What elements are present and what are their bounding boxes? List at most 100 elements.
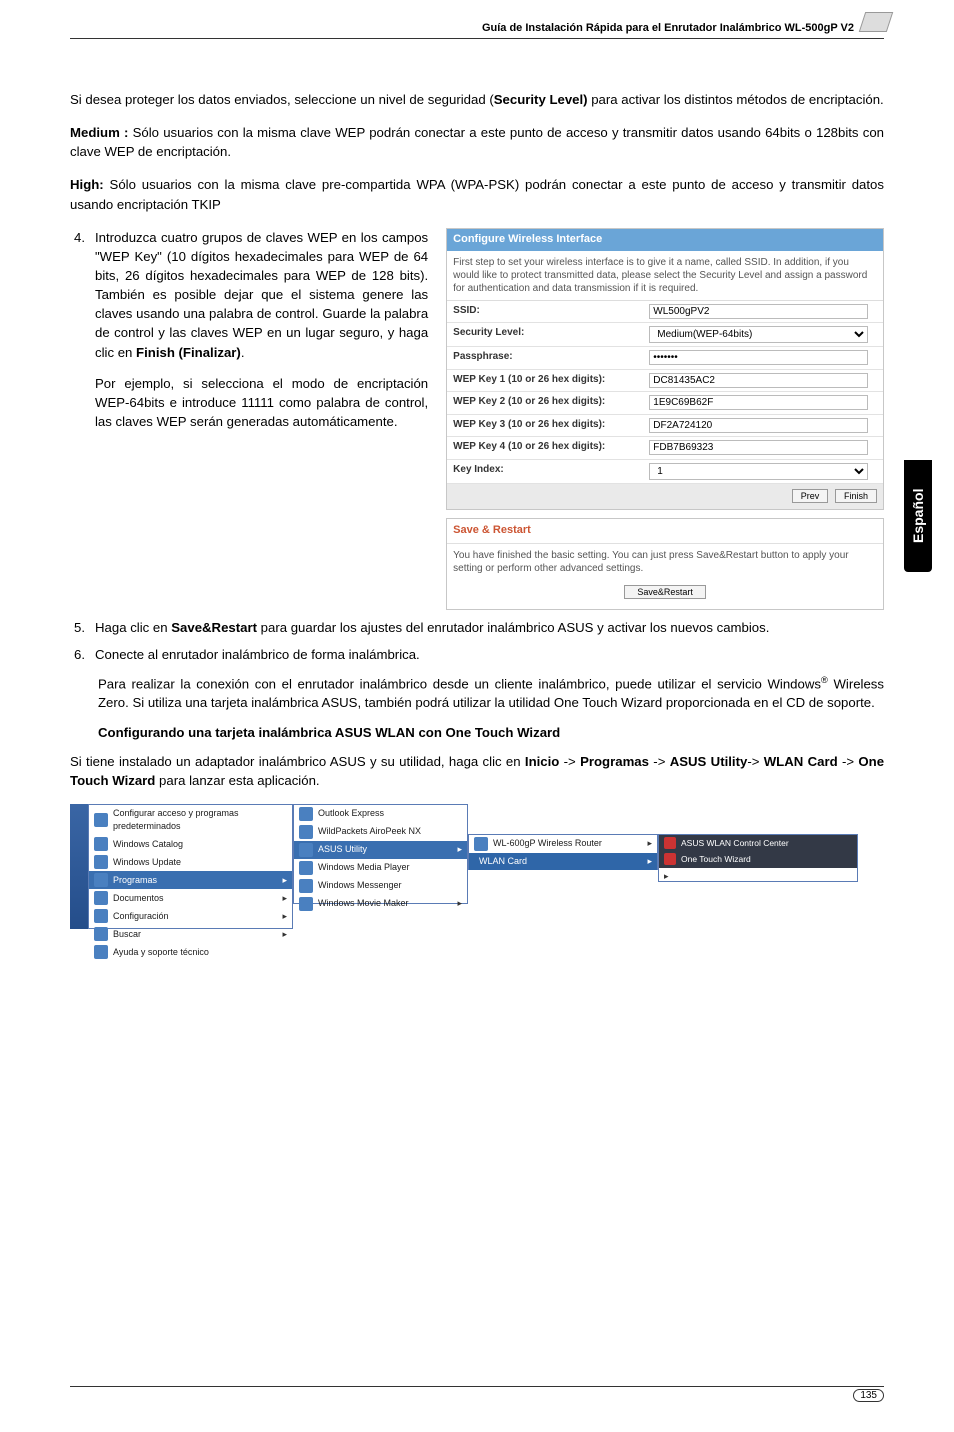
header-guide-title: Guía de Instalación Rápida para el Enrut… [482, 22, 854, 34]
start-menu-mid: Outlook Express WildPackets AiroPeek NX … [293, 804, 468, 904]
chevron-right-icon: ▸ [664, 871, 669, 881]
finish-button[interactable]: Finish [835, 489, 877, 503]
programas-bold: Programas [580, 754, 649, 769]
sm-media-player[interactable]: Windows Media Player [294, 859, 467, 877]
high-text: Sólo usuarios con la misma clave pre-com… [70, 177, 884, 211]
wildpackets-icon [299, 825, 313, 839]
finish-bold: Finish (Finalizar) [136, 345, 241, 360]
page-number: 135 [853, 1389, 884, 1402]
sm-messenger[interactable]: Windows Messenger [294, 877, 467, 895]
programs-icon [94, 873, 108, 887]
sm-asus-utility[interactable]: ASUS Utility▸ [294, 841, 467, 859]
sm-wl600gp[interactable]: WL-600gP Wireless Router▸ [469, 835, 657, 853]
wizard-icon [664, 853, 676, 865]
header-icon [859, 12, 893, 32]
wepkey2-input[interactable] [649, 395, 868, 410]
sm-ayuda[interactable]: Ayuda y soporte técnico [89, 943, 292, 961]
catalog-icon [94, 837, 108, 851]
update-icon [94, 855, 108, 869]
wepkey4-label: WEP Key 4 (10 or 26 hex digits): [447, 437, 643, 459]
chevron-right-icon: ▸ [647, 837, 652, 850]
sm-update[interactable]: Windows Update [89, 853, 292, 871]
arrow1: -> [559, 754, 580, 769]
wepkey1-input[interactable] [649, 373, 868, 388]
save-restart-bold: Save&Restart [171, 620, 257, 635]
configure-wireless-panel: Configure Wireless Interface First step … [446, 228, 884, 510]
sm-r2-a: ASUS WLAN Control Center [681, 837, 789, 849]
wepkey1-label: WEP Key 1 (10 or 26 hex digits): [447, 370, 643, 392]
sm-onetouch-wizard[interactable]: One Touch Wizard [659, 851, 857, 867]
sm-configuracion[interactable]: Configuración▸ [89, 907, 292, 925]
sm-outlook[interactable]: Outlook Express [294, 805, 467, 823]
chevron-right-icon: ▸ [647, 855, 652, 868]
sm-configurar[interactable]: Configurar acceso y programas predetermi… [89, 805, 292, 835]
step4-text-c: . [241, 345, 245, 360]
step4-number: 4. [74, 228, 85, 431]
medium-text: Sólo usuarios con la misma clave WEP pod… [70, 125, 884, 159]
arrow2: -> [649, 754, 670, 769]
last-para: Si tiene instalado un adaptador inalámbr… [70, 752, 884, 790]
step6-p2a: Para realizar la conexión con el enrutad… [98, 676, 821, 691]
ssid-input[interactable] [649, 304, 868, 319]
medium-label: Medium : [70, 125, 128, 140]
security-select[interactable]: Medium(WEP-64bits) [649, 326, 868, 343]
save-restart-button[interactable]: Save&Restart [624, 585, 706, 599]
sm-left-r5: Documentos [113, 892, 164, 905]
asus-utility-bold: ASUS Utility [670, 754, 748, 769]
registered-mark: ® [821, 675, 828, 685]
step5-body: Haga clic en Save&Restart para guardar l… [95, 618, 884, 637]
sm-left-r8: Ayuda y soporte técnico [113, 946, 209, 959]
chevron-right-icon: ▸ [457, 897, 462, 910]
sm-wildpackets[interactable]: WildPackets AiroPeek NX [294, 823, 467, 841]
header-rule [70, 38, 884, 39]
start-menu-r2: ASUS WLAN Control Center One Touch Wizar… [658, 834, 858, 882]
sm-r2-b: One Touch Wizard [681, 853, 751, 865]
sm-mid-r2: WildPackets AiroPeek NX [318, 825, 421, 838]
prev-button[interactable]: Prev [792, 489, 829, 503]
xp-side-strip [70, 804, 88, 929]
sm-buscar[interactable]: Buscar▸ [89, 925, 292, 943]
cfg-desc: First step to set your wireless interfac… [447, 251, 883, 301]
sm-mid-r5: Windows Messenger [318, 879, 402, 892]
sm-movie-maker[interactable]: Windows Movie Maker▸ [294, 895, 467, 913]
arrow4: -> [838, 754, 859, 769]
start-menu-left: Configurar acceso y programas predetermi… [88, 804, 293, 929]
passphrase-label: Passphrase: [447, 347, 643, 369]
sm-programas[interactable]: Programas▸ [89, 871, 292, 889]
keyindex-label: Key Index: [447, 460, 643, 483]
search-icon [94, 927, 108, 941]
step6-para2: Para realizar la conexión con el enrutad… [98, 674, 884, 713]
sm-left-r1: Configurar acceso y programas predetermi… [113, 807, 287, 833]
sm-control-center[interactable]: ASUS WLAN Control Center [659, 835, 857, 851]
sm-catalog[interactable]: Windows Catalog [89, 835, 292, 853]
ssid-label: SSID: [447, 301, 643, 323]
movie-icon [299, 897, 313, 911]
security-level-bold: Security Level) [494, 92, 588, 107]
inicio-bold: Inicio [525, 754, 559, 769]
high-para: High: Sólo usuarios con la misma clave p… [70, 175, 884, 213]
step4-body: Introduzca cuatro grupos de claves WEP e… [95, 228, 428, 431]
sm-documentos[interactable]: Documentos▸ [89, 889, 292, 907]
chevron-right-icon: ▸ [282, 874, 287, 887]
keyindex-select[interactable]: 1 [649, 463, 868, 480]
sm-r1-b: WLAN Card [479, 855, 527, 868]
passphrase-input[interactable] [649, 350, 868, 365]
last-a: Si tiene instalado un adaptador inalámbr… [70, 754, 525, 769]
step5-text-c: para guardar los ajustes del enrutador i… [257, 620, 769, 635]
wepkey4-input[interactable] [649, 440, 868, 455]
step4-text-a: Introduzca cuatro grupos de claves WEP e… [95, 230, 428, 360]
chevron-right-icon: ▸ [282, 928, 287, 941]
step6-body: Conecte al enrutador inalámbrico de form… [95, 645, 884, 664]
help-icon [94, 945, 108, 959]
start-menu-screenshot: Configurar acceso y programas predetermi… [70, 804, 884, 929]
step4-para2: Por ejemplo, si selecciona el modo de en… [95, 374, 428, 431]
gear-icon [94, 813, 108, 827]
wepkey3-input[interactable] [649, 418, 868, 433]
sm-left-r2: Windows Catalog [113, 838, 183, 851]
folder-icon [299, 843, 313, 857]
wlan-card-bold: WLAN Card [764, 754, 838, 769]
save-restart-panel: Save & Restart You have finished the bas… [446, 518, 884, 609]
outlook-icon [299, 807, 313, 821]
sm-wlan-card[interactable]: WLAN Card ▸ [469, 853, 657, 870]
sm-mid-r1: Outlook Express [318, 807, 384, 820]
